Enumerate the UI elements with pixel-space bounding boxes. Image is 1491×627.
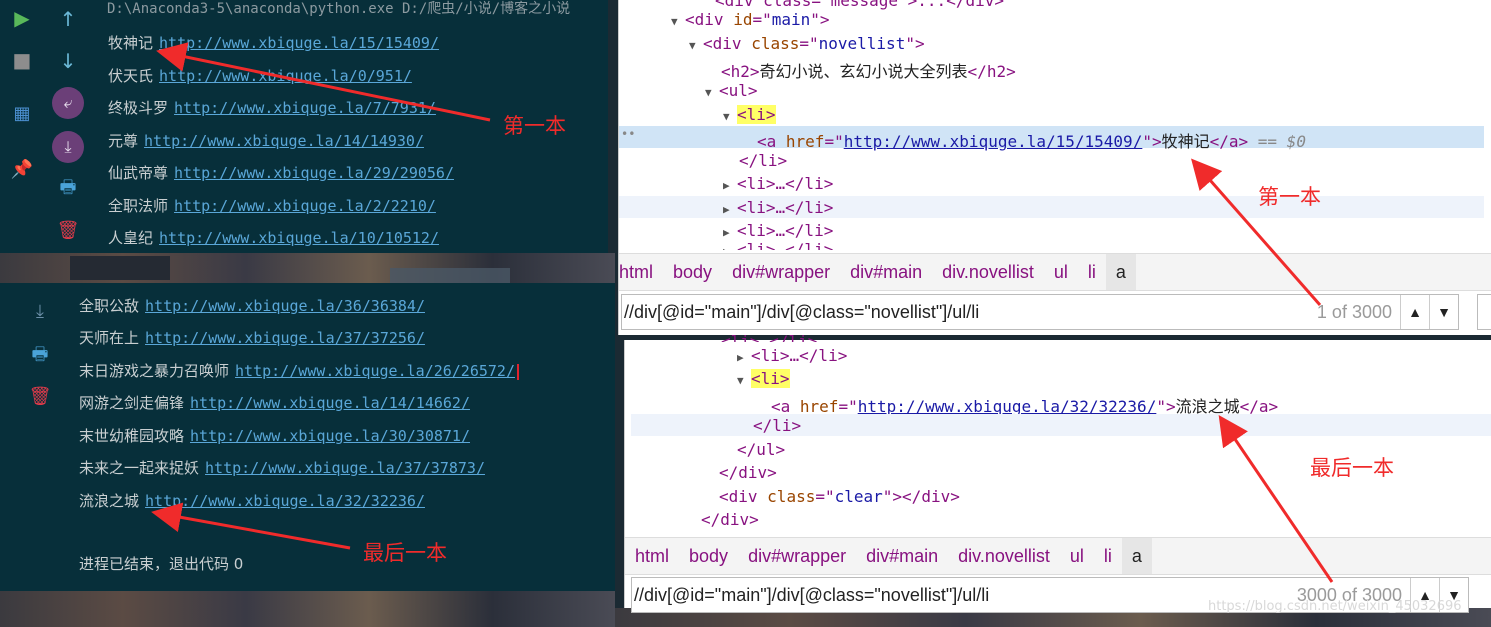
chevron-up-icon[interactable]: ▲ bbox=[1400, 295, 1429, 329]
annotation-first-right: 第一本 bbox=[1258, 185, 1321, 209]
console-link[interactable]: http://www.xbiquge.la/26/26572/ bbox=[235, 362, 515, 380]
breadcrumb-a[interactable]: a bbox=[1105, 254, 1136, 290]
cut-off-line: <div class="message">...</div> bbox=[715, 0, 1004, 10]
breadcrumb-body[interactable]: body bbox=[679, 538, 738, 574]
console-line: 天师在上 http://www.xbiquge.la/37/37256/ bbox=[79, 329, 425, 347]
annotation-first-left: 第一本 bbox=[503, 114, 566, 138]
console-line: 全职法师 http://www.xbiquge.la/2/2210/ bbox=[108, 197, 436, 215]
run-console-bottom: ⤓ 🖶 🗑 全职公敌 http://www.xbiquge.la/36/36384… bbox=[0, 283, 615, 591]
dom-node-div-close: </div> bbox=[701, 510, 759, 529]
dom-node-li-collapsed[interactable]: ▶ <li>…</li> bbox=[737, 346, 847, 365]
console-link[interactable]: http://www.xbiquge.la/0/951/ bbox=[159, 67, 412, 85]
breadcrumb-ul[interactable]: ul bbox=[1044, 254, 1078, 290]
console-link[interactable]: http://www.xbiquge.la/29/29056/ bbox=[174, 164, 454, 182]
delete-icon[interactable]: 🗑 bbox=[56, 219, 80, 243]
annotation-last-left: 最后一本 bbox=[363, 541, 447, 565]
console-line: 全职公敌 http://www.xbiquge.la/36/36384/ bbox=[79, 297, 425, 315]
dom-node-li-close: </li> bbox=[739, 151, 788, 170]
dom-node-a-first[interactable]: <a href="http://www.xbiquge.la/15/15409/… bbox=[757, 128, 1306, 152]
search-input[interactable]: //div[@id="main"]/div[@class="novellist"… bbox=[632, 585, 1297, 606]
breadcrumb-div-main[interactable]: div#main bbox=[856, 538, 948, 574]
console-line: 网游之剑走偏锋 http://www.xbiquge.la/14/14662/ bbox=[79, 394, 470, 412]
console-link[interactable]: http://www.xbiquge.la/14/14662/ bbox=[190, 394, 470, 412]
layout-icon[interactable]: ▦ bbox=[10, 102, 34, 126]
breadcrumb-html[interactable]: html bbox=[619, 254, 663, 290]
breadcrumb-div-novellist[interactable]: div.novellist bbox=[948, 538, 1060, 574]
scroll-to-end-icon[interactable]: ⤓ bbox=[52, 131, 84, 163]
match-count: 1 of 3000 bbox=[1316, 301, 1392, 322]
console-link[interactable]: http://www.xbiquge.la/37/37256/ bbox=[145, 329, 425, 347]
dom-node-li-collapsed[interactable]: ▶ <li>…</li> bbox=[723, 174, 833, 193]
dom-node-li-collapsed[interactable]: ▶ <li>…</li> bbox=[723, 198, 833, 217]
breadcrumb-li[interactable]: li bbox=[1078, 254, 1106, 290]
breadcrumb-ul[interactable]: ul bbox=[1060, 538, 1094, 574]
breadcrumb-li[interactable]: li bbox=[1094, 538, 1122, 574]
soft-wrap-icon[interactable]: ⤶ bbox=[52, 87, 84, 119]
print-icon[interactable]: 🖶 bbox=[28, 343, 52, 367]
watermark: https://blog.csdn.net/weixin_45032696 bbox=[1208, 599, 1462, 614]
stop-icon[interactable]: ■ bbox=[10, 48, 34, 72]
xpath-search-box[interactable]: //div[@id="main"]/div[@class="novellist"… bbox=[621, 294, 1459, 330]
console-link[interactable]: http://www.xbiquge.la/7/7931/ bbox=[174, 99, 436, 117]
scroll-to-end-icon[interactable]: ⤓ bbox=[28, 300, 52, 324]
console-line: 末世幼稚园攻略 http://www.xbiquge.la/30/30871/ bbox=[79, 427, 470, 445]
search-input[interactable]: //div[@id="main"]/div[@class="novellist"… bbox=[622, 302, 1317, 323]
console-line: 牧神记 http://www.xbiquge.la/15/15409/ bbox=[108, 34, 439, 52]
console-line: 伏天氏 http://www.xbiquge.la/0/951/ bbox=[108, 67, 412, 85]
breadcrumb-a[interactable]: a bbox=[1121, 538, 1152, 574]
devtools-top: <div class="message">...</div> ▼ <div id=… bbox=[618, 0, 1491, 335]
console-line: 流浪之城 http://www.xbiquge.la/32/32236/ bbox=[79, 492, 425, 510]
dom-node-div-main[interactable]: ▼ <div id="main"> bbox=[671, 10, 830, 29]
dom-node-ul-close: </ul> bbox=[737, 440, 786, 459]
breadcrumb-div-main[interactable]: div#main bbox=[840, 254, 932, 290]
blurred-taskbar-item bbox=[70, 256, 170, 280]
console-line: 人皇纪 http://www.xbiquge.la/10/10512/ bbox=[108, 229, 439, 247]
console-link[interactable]: http://www.xbiquge.la/14/14930/ bbox=[144, 132, 424, 150]
console-link[interactable]: http://www.xbiquge.la/36/36384/ bbox=[145, 297, 425, 315]
console-line: 元尊 http://www.xbiquge.la/14/14930/ bbox=[108, 132, 424, 150]
console-line: 仙武帝尊 http://www.xbiquge.la/29/29056/ bbox=[108, 164, 454, 182]
dom-node-ul[interactable]: ▼ <ul> bbox=[705, 81, 758, 100]
delete-icon[interactable]: 🗑 bbox=[28, 385, 52, 409]
dom-node-li-cutoff: ▶<li>…</li> bbox=[723, 240, 834, 250]
breadcrumb-html[interactable]: html bbox=[625, 538, 679, 574]
arrow-down-icon[interactable]: ↓ bbox=[56, 49, 80, 73]
background-photo-strip-bottom bbox=[0, 590, 615, 627]
breadcrumb: html body div#wrapper div#main div.novel… bbox=[625, 537, 1491, 575]
console-line: 终极斗罗 http://www.xbiquge.la/7/7931/ bbox=[108, 99, 436, 117]
dom-node-div-close: </div> bbox=[719, 463, 777, 482]
dom-node-h2[interactable]: <h2>奇幻小说、玄幻小说大全列表</h2> bbox=[721, 58, 1016, 82]
cut-off-line: <li>…</li> bbox=[721, 332, 818, 342]
interpreter-path: D:\Anaconda3-5\anaconda\python.exe D:/爬虫… bbox=[107, 1, 571, 17]
breadcrumb-div-wrapper[interactable]: div#wrapper bbox=[722, 254, 840, 290]
dom-node-li-collapsed[interactable]: ▶ <li>…</li> bbox=[723, 221, 833, 240]
text-cursor bbox=[516, 363, 519, 380]
console-link[interactable]: http://www.xbiquge.la/37/37873/ bbox=[205, 459, 485, 477]
console-line: 未来之一起来捉妖 http://www.xbiquge.la/37/37873/ bbox=[79, 459, 485, 477]
pin-icon[interactable]: 📌 bbox=[10, 158, 34, 182]
dom-node-div-clear[interactable]: <div class="clear"></div> bbox=[719, 487, 960, 506]
dom-node-li-close: </li> bbox=[753, 416, 802, 435]
run-icon[interactable]: ▶ bbox=[10, 6, 34, 30]
breadcrumb-div-novellist[interactable]: div.novellist bbox=[932, 254, 1044, 290]
arrow-up-icon[interactable]: ↑ bbox=[56, 7, 80, 31]
dom-node-div-novellist[interactable]: ▼ <div class="novellist"> bbox=[689, 34, 925, 53]
print-icon[interactable]: 🖶 bbox=[56, 176, 80, 200]
more-dots: •• bbox=[621, 127, 636, 141]
console-line: 末日游戏之暴力召唤师 http://www.xbiquge.la/26/26572… bbox=[79, 360, 519, 381]
console-link[interactable]: http://www.xbiquge.la/30/30871/ bbox=[190, 427, 470, 445]
process-exit-status: 进程已结束，退出代码 0 bbox=[79, 555, 244, 573]
dom-node-li-first[interactable]: ▼ <li> bbox=[723, 105, 776, 124]
breadcrumb-div-wrapper[interactable]: div#wrapper bbox=[738, 538, 856, 574]
breadcrumb: html body div#wrapper div#main div.novel… bbox=[619, 253, 1491, 291]
console-link[interactable]: http://www.xbiquge.la/15/15409/ bbox=[159, 34, 439, 52]
annotation-last-right: 最后一本 bbox=[1310, 456, 1394, 480]
dom-node-li-last[interactable]: ▼ <li> bbox=[737, 369, 790, 388]
console-link[interactable]: http://www.xbiquge.la/32/32236/ bbox=[145, 492, 425, 510]
console-link[interactable]: http://www.xbiquge.la/10/10512/ bbox=[159, 229, 439, 247]
console-link[interactable]: http://www.xbiquge.la/2/2210/ bbox=[174, 197, 436, 215]
breadcrumb-body[interactable]: body bbox=[663, 254, 722, 290]
cancel-button[interactable] bbox=[1477, 294, 1491, 330]
chevron-down-icon[interactable]: ▼ bbox=[1429, 295, 1458, 329]
